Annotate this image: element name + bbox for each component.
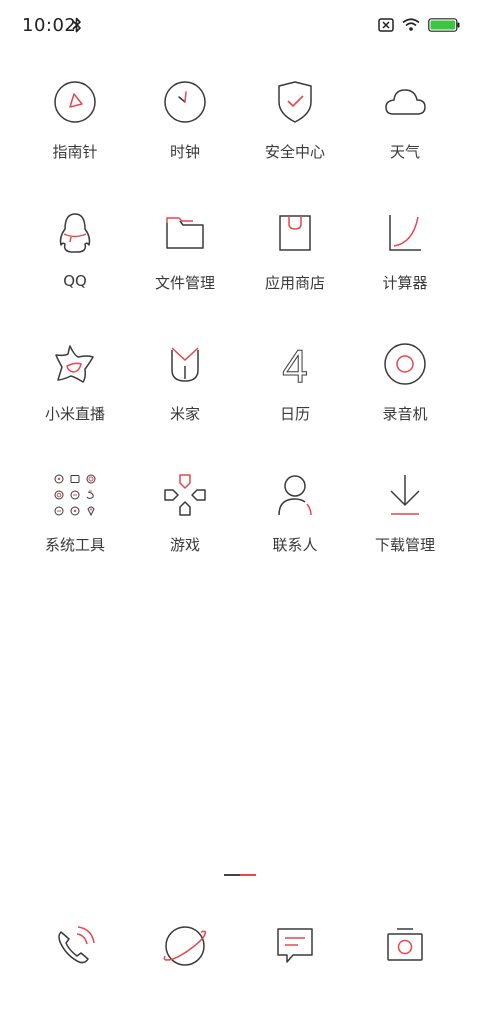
app-calculator[interactable]: 计算器: [350, 209, 460, 340]
status-bar: 10:02: [0, 0, 480, 52]
app-files[interactable]: 文件管理: [130, 209, 240, 340]
status-time: 10:02: [22, 15, 77, 36]
shopping-bag-icon: [271, 209, 319, 257]
dock-phone[interactable]: [20, 922, 130, 974]
app-live[interactable]: 小米直播: [20, 340, 130, 471]
dock-browser[interactable]: [130, 922, 240, 974]
no-sim-icon: [378, 17, 394, 36]
bluetooth-icon: [72, 16, 82, 38]
browser-planet-icon: [163, 924, 207, 972]
gamepad-icon: [161, 471, 209, 519]
app-label: 文件管理: [154, 274, 215, 292]
page-indicator-current: [224, 874, 240, 876]
download-icon: [381, 471, 429, 519]
app-label: 系统工具: [44, 536, 105, 554]
cloud-icon: [381, 78, 429, 126]
app-label: 米家: [169, 405, 200, 423]
app-label: 联系人: [272, 536, 318, 554]
app-games[interactable]: 游戏: [130, 471, 240, 602]
dock-messages[interactable]: [240, 922, 350, 974]
app-label: 天气: [389, 143, 420, 161]
person-icon: [271, 471, 319, 519]
calendar-day: 4: [282, 342, 308, 386]
app-mijia[interactable]: 米家: [130, 340, 240, 471]
app-weather[interactable]: 天气: [350, 78, 460, 209]
app-label: 日历: [279, 405, 310, 423]
app-label: 计算器: [382, 274, 428, 292]
app-label: QQ: [63, 272, 87, 290]
app-calendar[interactable]: 4 日历: [240, 340, 350, 471]
app-label: 下载管理: [374, 536, 435, 554]
page-indicator-next[interactable]: [240, 874, 256, 876]
app-label: 指南针: [52, 143, 98, 161]
app-clock[interactable]: 时钟: [130, 78, 240, 209]
dock: [20, 922, 460, 974]
app-recorder[interactable]: 录音机: [350, 340, 460, 471]
status-right: [378, 17, 460, 36]
calendar-four-icon: 4: [271, 340, 319, 388]
folder-icon: [161, 209, 209, 257]
phone-icon: [53, 924, 97, 972]
app-downloads[interactable]: 下载管理: [350, 471, 460, 602]
app-store[interactable]: 应用商店: [240, 209, 350, 340]
penguin-icon: [51, 209, 99, 257]
app-security[interactable]: 安全中心: [240, 78, 350, 209]
app-label: 小米直播: [44, 405, 105, 423]
compass-icon: [51, 78, 99, 126]
app-label: 应用商店: [264, 274, 325, 292]
app-contacts[interactable]: 联系人: [240, 471, 350, 602]
star-icon: [51, 340, 99, 388]
battery-icon: [428, 17, 460, 36]
tools-grid-icon: [51, 471, 99, 519]
app-label: 安全中心: [264, 143, 325, 161]
app-label: 录音机: [382, 405, 428, 423]
camera-icon: [385, 926, 425, 970]
dock-camera[interactable]: [350, 922, 460, 974]
app-qq[interactable]: QQ: [20, 209, 130, 340]
shield-icon: [271, 78, 319, 126]
clock-icon: [161, 78, 209, 126]
mijia-icon: [161, 340, 209, 388]
graph-icon: [381, 209, 429, 257]
app-compass[interactable]: 指南针: [20, 78, 130, 209]
wifi-icon: [402, 17, 420, 36]
message-icon: [275, 926, 315, 970]
app-label: 游戏: [169, 536, 200, 554]
app-label: 时钟: [169, 143, 200, 161]
app-grid: 指南针 时钟 安全中心 天气 QQ 文件管理 应用商店 计算器 小米直播 米家 …: [20, 78, 460, 602]
page-indicator: [224, 874, 256, 876]
app-system-tools[interactable]: 系统工具: [20, 471, 130, 602]
record-icon: [381, 340, 429, 388]
